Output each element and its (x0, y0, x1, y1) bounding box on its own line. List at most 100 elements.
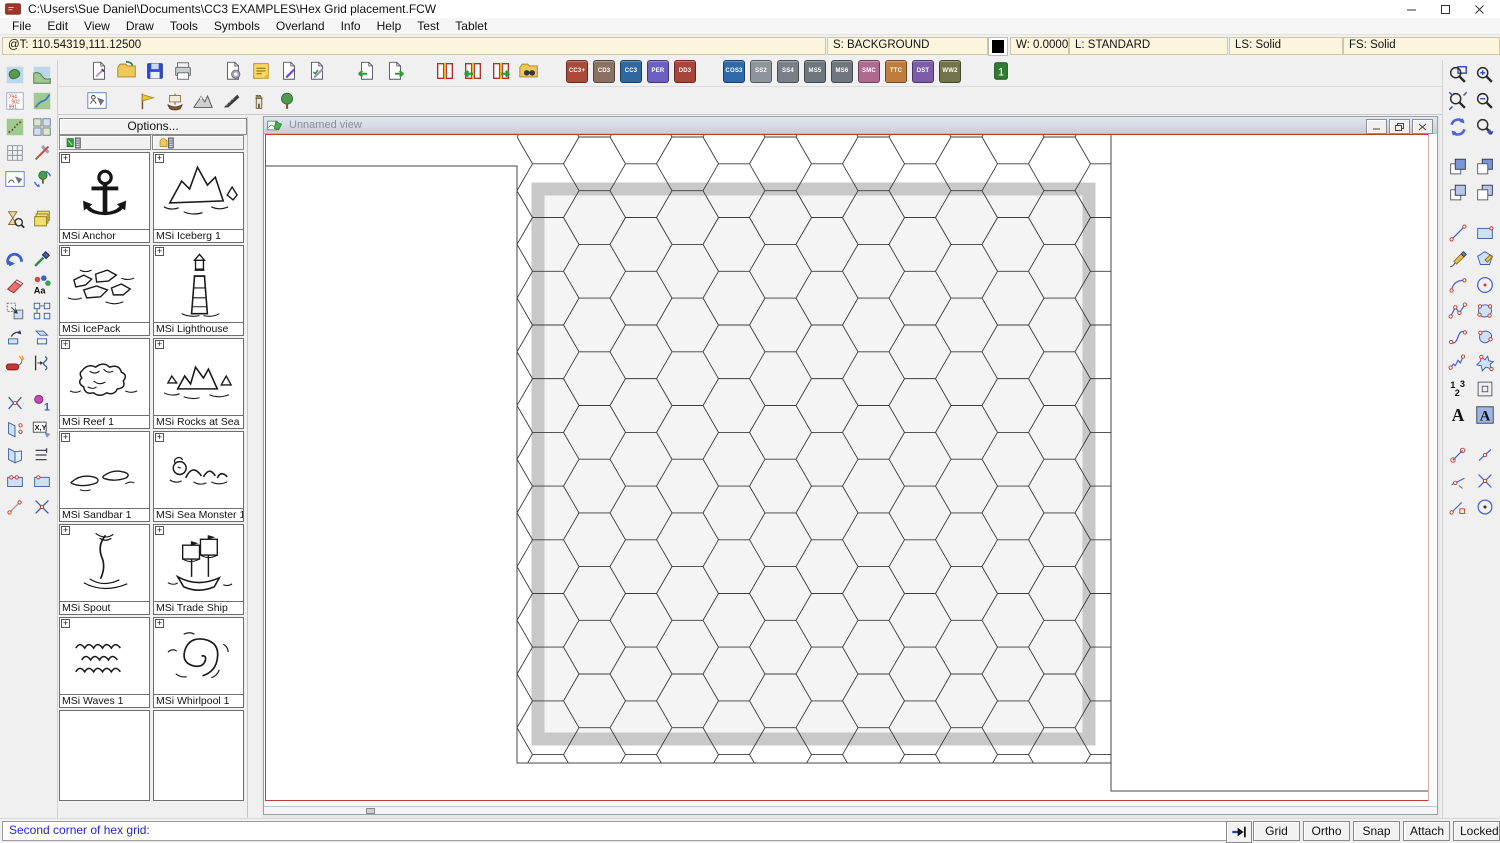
command-prompt[interactable]: Second corner of hex grid: (2, 821, 1228, 841)
snap-percent-button[interactable] (1445, 494, 1471, 520)
color-picker-button[interactable] (30, 246, 56, 272)
snap-on-line-button[interactable] (1445, 468, 1471, 494)
extrude-open-button[interactable] (2, 416, 28, 442)
current-color-field[interactable] (988, 37, 1008, 56)
menu-tablet[interactable]: Tablet (447, 18, 495, 34)
zoom-history-button[interactable] (2, 206, 28, 232)
open-symbol-catalog-button[interactable] (59, 135, 151, 150)
zoom-out-button[interactable] (1473, 88, 1499, 114)
symbol-tile-sandbar[interactable]: +MSi Sandbar 1 (59, 431, 150, 522)
view-title-bar[interactable]: Unnamed view (264, 117, 1437, 134)
addon-stamp-cos3[interactable]: COS3 (723, 60, 745, 83)
expand-symbol-button[interactable]: + (61, 526, 70, 535)
line-style-field[interactable]: LS: Solid (1229, 37, 1343, 55)
map-tiles-tool-button[interactable] (30, 114, 56, 140)
addon-stamp-ttc[interactable]: TTC (885, 60, 907, 83)
minimize-button[interactable] (1394, 0, 1428, 18)
explode-button[interactable] (2, 350, 28, 376)
addon-stamp-cc3[interactable]: CC3+ (566, 60, 588, 83)
symbol-tile-sea-monster[interactable]: +MSi Sea Monster 1 (153, 431, 244, 522)
save-drawing-button[interactable] (142, 58, 168, 84)
structure-symbols-button[interactable] (246, 88, 272, 114)
addon-stamp-cc3[interactable]: CC3 (620, 60, 642, 83)
symbol-display-options-button[interactable] (84, 88, 110, 114)
toggle-grid-button[interactable]: Grid (1253, 821, 1300, 841)
addon-stamp-dst[interactable]: DST (912, 60, 934, 83)
track-cursor-button[interactable] (1226, 821, 1252, 843)
expand-symbol-button[interactable]: + (61, 619, 70, 628)
menu-info[interactable]: Info (333, 18, 369, 34)
expand-symbol-button[interactable]: + (155, 433, 164, 442)
load-catalog-file-button[interactable] (152, 135, 244, 150)
break-button[interactable] (2, 390, 28, 416)
expand-symbol-button[interactable]: + (155, 619, 164, 628)
drawing-tools-button[interactable] (30, 140, 56, 166)
map-notes-button[interactable] (248, 58, 274, 84)
symbol-tile-rocks-at-sea[interactable]: +MSi Rocks at Sea 1 (153, 338, 244, 429)
redraw-button[interactable] (1445, 114, 1471, 140)
terrain-symbols-button[interactable] (218, 88, 244, 114)
expand-symbol-button[interactable]: + (61, 154, 70, 163)
river-tool-button[interactable] (30, 88, 56, 114)
view-close-button[interactable] (1412, 119, 1433, 134)
symbol-tile-spout[interactable]: +MSi Spout (59, 524, 150, 615)
rectangle-handles-button[interactable] (2, 468, 28, 494)
toggle-attach-button[interactable]: Attach (1403, 821, 1450, 841)
line-width-field[interactable]: W: 0.00000 (1010, 37, 1069, 55)
addon-stamp-ms5[interactable]: MS5 (804, 60, 826, 83)
box-tool-button[interactable] (1473, 220, 1499, 246)
menu-symbols[interactable]: Symbols (206, 18, 268, 34)
erase-button[interactable] (2, 272, 28, 298)
symbol-tile-reef[interactable]: +MSi Reef 1 (59, 338, 150, 429)
numeric-edit-button[interactable]: 1 (30, 390, 56, 416)
screen-number-1-button[interactable]: 1 (988, 58, 1014, 84)
zoom-window-button[interactable] (1445, 62, 1471, 88)
addon-stamp-ss4[interactable]: SS4 (777, 60, 799, 83)
menu-help[interactable]: Help (369, 18, 410, 34)
circle-tool-button[interactable] (1473, 272, 1499, 298)
edit-node-button[interactable] (2, 494, 28, 520)
map-canvas[interactable] (264, 134, 1437, 806)
hex-grid-tool-button[interactable] (2, 140, 28, 166)
expand-symbol-button[interactable]: + (61, 247, 70, 256)
current-layer-field[interactable]: L: STANDARD (1069, 37, 1228, 55)
open-drawing-button[interactable] (114, 58, 140, 84)
offset-button[interactable] (30, 350, 56, 376)
symbol-tile-lighthouse[interactable]: +MSi Lighthouse (153, 245, 244, 336)
send-to-back-button[interactable] (1473, 154, 1499, 180)
polygon-tool-button[interactable] (1473, 246, 1499, 272)
maximize-button[interactable] (1428, 0, 1462, 18)
vessel-symbols-button[interactable] (162, 88, 188, 114)
text-properties-button[interactable]: Aa (30, 272, 56, 298)
zoom-last-button[interactable] (1473, 114, 1499, 140)
send-below-button[interactable] (1473, 180, 1499, 206)
symbol-catalog-open-button[interactable] (432, 58, 458, 84)
menu-test[interactable]: Test (409, 18, 447, 34)
shear-button[interactable] (30, 324, 56, 350)
insert-file-button[interactable] (1473, 376, 1499, 402)
current-sheet-field[interactable]: S: BACKGROUND (827, 37, 988, 55)
line-tool-button[interactable] (1445, 220, 1471, 246)
canvas-horizontal-scrollbar[interactable] (264, 806, 1437, 814)
toggle-snap-button[interactable]: Snap (1353, 821, 1400, 841)
symbol-tile-iceberg[interactable]: +MSi Iceberg 1 (153, 152, 244, 243)
snap-center-button[interactable] (1473, 494, 1499, 520)
trail-tool-button[interactable] (2, 114, 28, 140)
snap-midpoint-button[interactable] (1473, 442, 1499, 468)
symbol-tile-whirlpool[interactable]: +MSi Whirlpool 1 (153, 617, 244, 708)
expand-symbol-button[interactable]: + (155, 526, 164, 535)
bring-above-button[interactable] (1445, 180, 1471, 206)
catalog-options-button[interactable]: Options... (59, 118, 247, 135)
zoom-in-button[interactable] (1473, 62, 1499, 88)
scrollbar-handle[interactable] (366, 808, 375, 814)
snap-endpoint-button[interactable] (1445, 442, 1471, 468)
symbol-tile-anchor[interactable]: +⚓MSi Anchor (59, 152, 150, 243)
menu-view[interactable]: View (76, 18, 118, 34)
catalog-forward-button[interactable] (488, 58, 514, 84)
symbol-swap-button[interactable] (30, 166, 56, 192)
export-file-button[interactable] (382, 58, 408, 84)
menu-edit[interactable]: Edit (39, 18, 76, 34)
toggle-ortho-button[interactable]: Ortho (1303, 821, 1350, 841)
text-tool-button[interactable]: A (1445, 402, 1471, 428)
catalog-search-button[interactable] (516, 58, 542, 84)
